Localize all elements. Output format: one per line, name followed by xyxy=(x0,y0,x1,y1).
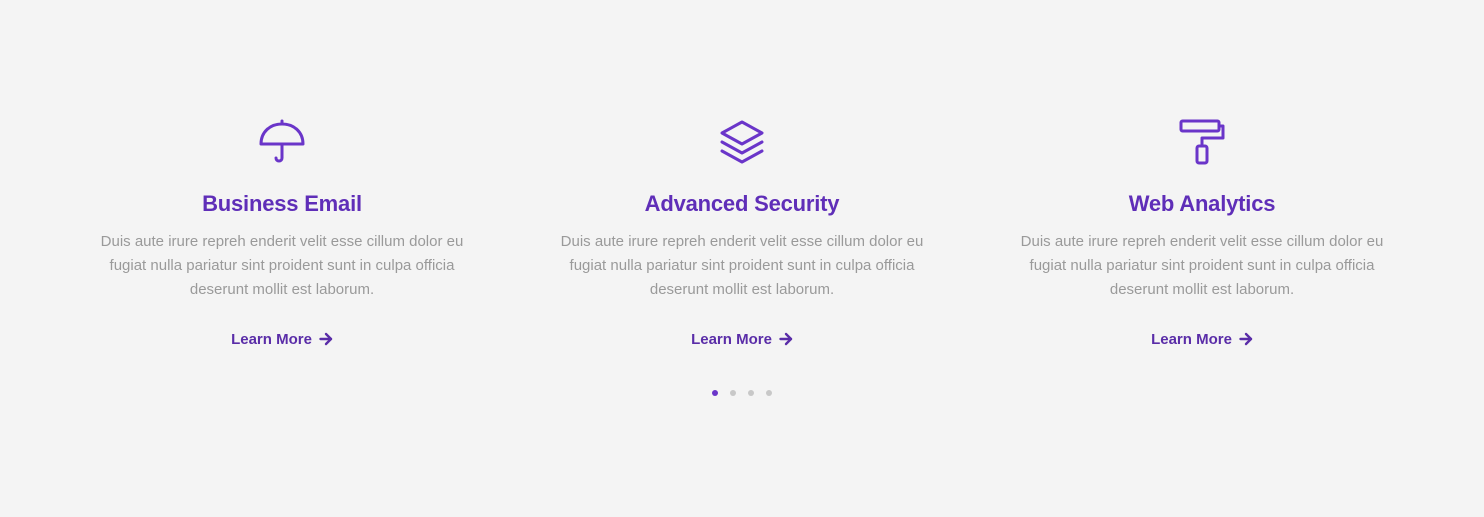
feature-card-business-email: Business Email Duis aute irure repreh en… xyxy=(52,118,512,350)
feature-description: Duis aute irure repreh enderit velit ess… xyxy=(100,233,464,298)
feature-card-advanced-security: Advanced Security Duis aute irure repreh… xyxy=(512,118,972,350)
paint-roller-icon xyxy=(1178,118,1226,166)
carousel-dot-3[interactable] xyxy=(748,390,754,396)
layers-icon xyxy=(718,118,766,166)
feature-title: Web Analytics xyxy=(1128,191,1276,216)
arrow-right-icon xyxy=(779,332,793,346)
learn-more-label: Learn More xyxy=(231,330,312,348)
carousel-pagination xyxy=(0,390,1484,396)
arrow-right-icon xyxy=(319,332,333,346)
feature-title: Business Email xyxy=(202,191,362,216)
umbrella-icon xyxy=(258,118,306,166)
carousel-dot-1[interactable] xyxy=(712,390,718,396)
feature-description: Duis aute irure repreh enderit velit ess… xyxy=(560,233,924,298)
carousel-dot-2[interactable] xyxy=(730,390,736,396)
learn-more-label: Learn More xyxy=(1151,330,1232,348)
feature-card-web-analytics: Web Analytics Duis aute irure repreh end… xyxy=(972,118,1432,350)
features-section: Business Email Duis aute irure repreh en… xyxy=(52,118,1432,350)
learn-more-link[interactable]: Learn More xyxy=(231,328,333,350)
learn-more-link[interactable]: Learn More xyxy=(691,328,793,350)
arrow-right-icon xyxy=(1239,332,1253,346)
learn-more-label: Learn More xyxy=(691,330,772,348)
carousel-dot-4[interactable] xyxy=(766,390,772,396)
learn-more-link[interactable]: Learn More xyxy=(1151,328,1253,350)
feature-title: Advanced Security xyxy=(644,191,840,216)
feature-description: Duis aute irure repreh enderit velit ess… xyxy=(1020,233,1384,298)
